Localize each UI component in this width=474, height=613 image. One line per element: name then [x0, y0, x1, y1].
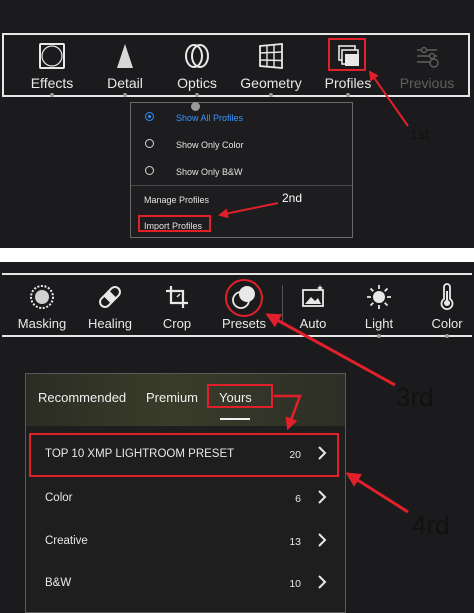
arrow-yours-to-row — [274, 394, 302, 431]
step-label-1: 1st — [410, 126, 429, 142]
arrow-step2 — [218, 202, 279, 219]
step-label-3: 3rd — [396, 382, 434, 412]
arrow-step1 — [368, 70, 409, 127]
arrow-step3 — [265, 313, 396, 387]
arrow-step4 — [345, 472, 409, 514]
annotation-arrows — [218, 70, 409, 514]
step-label-4: 4rd — [412, 510, 450, 540]
step-label-2: 2nd — [282, 191, 303, 205]
